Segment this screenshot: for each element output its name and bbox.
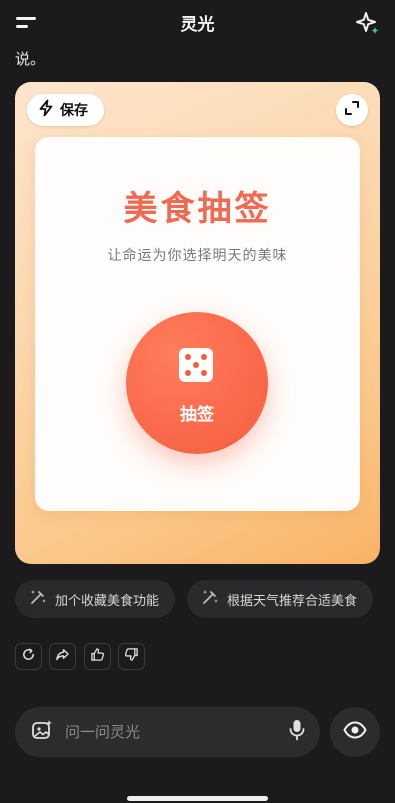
draw-label: 抽签: [180, 405, 214, 425]
save-button[interactable]: 保存: [27, 94, 104, 126]
lottery-title: 美食抽签: [123, 189, 272, 229]
suggestion-chip[interactable]: 根据天气推荐合适美食: [187, 580, 373, 618]
refresh-button[interactable]: [15, 643, 42, 670]
expand-icon: [344, 100, 360, 120]
bolt-icon: [37, 99, 55, 121]
sparkle-icon[interactable]: [355, 10, 381, 36]
thumbs-down-button[interactable]: [118, 643, 145, 670]
share-button[interactable]: [49, 643, 76, 670]
thumbs-down-icon: [124, 647, 139, 666]
image-add-icon[interactable]: [31, 719, 53, 745]
home-indicator: [127, 796, 268, 801]
chat-input[interactable]: [65, 723, 288, 741]
suggestion-chip[interactable]: 加个收藏美食功能: [15, 580, 175, 618]
chat-input-bar: [15, 707, 320, 757]
app-title: 灵光: [180, 15, 215, 35]
suggestion-label: 加个收藏美食功能: [55, 593, 160, 609]
eye-icon: [343, 721, 367, 743]
lottery-panel: 美食抽签 让命运为你选择明天的美味 抽签: [35, 137, 360, 511]
lottery-subtitle: 让命运为你选择明天的美味: [107, 248, 288, 264]
thumbs-up-button[interactable]: [84, 643, 111, 670]
thumbs-up-icon: [90, 647, 105, 666]
magic-wand-icon: [201, 588, 219, 610]
magic-wand-icon: [29, 588, 47, 610]
microphone-icon[interactable]: [288, 719, 306, 745]
vision-button[interactable]: [330, 707, 380, 757]
app-preview-card: 保存 美食抽签 让命运为你选择明天的美味 抽签: [15, 82, 380, 564]
draw-button[interactable]: 抽签: [126, 312, 268, 454]
dice-icon: [178, 347, 214, 383]
share-icon: [55, 647, 70, 666]
refresh-icon: [21, 647, 36, 666]
expand-button[interactable]: [336, 94, 368, 126]
previous-message-text: 说。: [15, 50, 46, 68]
suggestion-label: 根据天气推荐合适美食: [227, 593, 358, 609]
save-label: 保存: [60, 103, 88, 119]
